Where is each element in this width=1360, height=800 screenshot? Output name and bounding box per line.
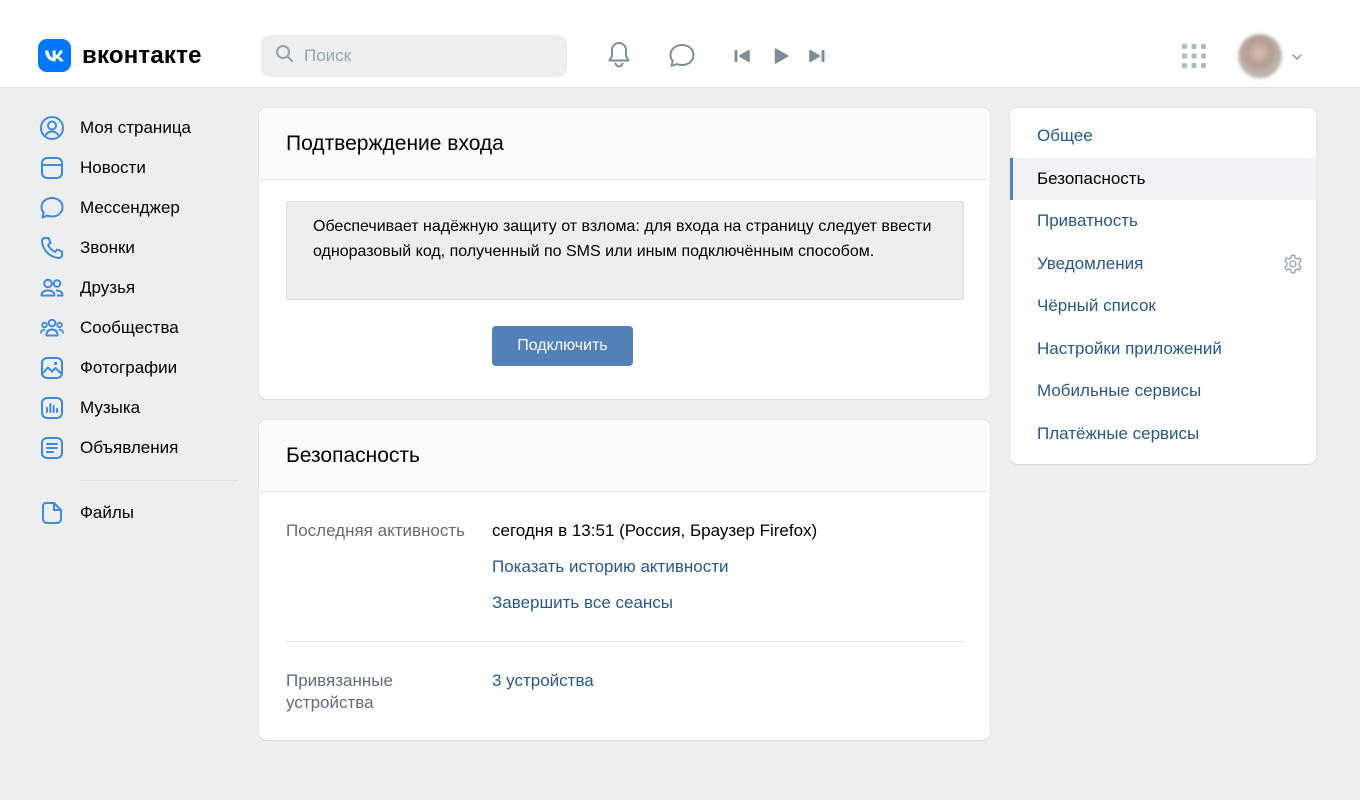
phone-icon (38, 234, 66, 262)
newsfeed-icon (38, 154, 66, 182)
previous-track-icon[interactable] (731, 45, 753, 67)
left-navigation: Моя страница Новости Мессенджер Звонки Д… (38, 108, 238, 533)
communities-icon (38, 314, 66, 342)
settings-menu-security[interactable]: Безопасность (1010, 158, 1316, 200)
ads-icon (38, 434, 66, 462)
music-icon (38, 394, 66, 422)
nav-music[interactable]: Музыка (38, 388, 238, 428)
search-box[interactable] (261, 35, 567, 77)
card-title: Подтверждение входа (259, 108, 990, 180)
settings-menu-privacy[interactable]: Приватность (1010, 200, 1316, 242)
avatar[interactable] (1238, 34, 1282, 78)
last-activity-value: сегодня в 13:51 (Россия, Браузер Firefox… (492, 521, 818, 540)
nav-label: Фотографии (80, 358, 178, 377)
user-circle-icon (38, 114, 66, 142)
top-header: вконтакте (0, 0, 1360, 88)
settings-menu-notifications[interactable]: Уведомления (1010, 243, 1316, 285)
settings-menu-mobile-services[interactable]: Мобильные сервисы (1010, 370, 1316, 412)
vk-logo[interactable]: вконтакте (38, 39, 202, 72)
bell-icon[interactable] (604, 40, 634, 70)
settings-menu-general[interactable]: Общее (1010, 115, 1316, 157)
message-icon (38, 194, 66, 222)
search-input[interactable] (304, 46, 544, 66)
nav-label: Моя страница (80, 118, 192, 137)
end-all-sessions-link[interactable]: Завершить все сеансы (492, 592, 673, 614)
nav-label: Файлы (80, 503, 135, 522)
nav-messenger[interactable]: Мессенджер (38, 188, 238, 228)
card-title: Безопасность (259, 420, 990, 492)
show-activity-history-link[interactable]: Показать историю активности (492, 556, 728, 578)
files-icon (38, 499, 66, 527)
next-track-icon[interactable] (806, 45, 828, 67)
nav-separator (80, 480, 238, 481)
nav-photos[interactable]: Фотографии (38, 348, 238, 388)
security-card: Безопасность Последняя активность сегодн… (259, 420, 990, 740)
apps-grid-icon[interactable] (1180, 42, 1208, 70)
settings-menu-payment-services[interactable]: Платёжные сервисы (1010, 413, 1316, 455)
nav-news[interactable]: Новости (38, 148, 238, 188)
nav-files[interactable]: Файлы (38, 493, 238, 533)
nav-label: Сообщества (80, 318, 179, 337)
settings-menu-app-settings[interactable]: Настройки приложений (1010, 328, 1316, 370)
last-activity-label: Последняя активность (286, 521, 465, 540)
nav-ads[interactable]: Объявления (38, 428, 238, 468)
login-confirm-description: Обеспечивает надёжную защиту от взлома: … (286, 201, 964, 300)
linked-devices-label: Привязанные устройства (286, 671, 393, 712)
logo-text: вконтакте (82, 42, 202, 69)
chat-bubble-icon[interactable] (667, 41, 697, 71)
nav-my-page[interactable]: Моя страница (38, 108, 238, 148)
play-icon[interactable] (770, 45, 792, 67)
nav-communities[interactable]: Сообщества (38, 308, 238, 348)
gear-icon[interactable] (1282, 253, 1304, 280)
nav-friends[interactable]: Друзья (38, 268, 238, 308)
chevron-down-icon[interactable] (1288, 50, 1306, 64)
enable-2fa-button[interactable]: Подключить (492, 326, 633, 366)
nav-label: Звонки (80, 238, 135, 257)
nav-label: Объявления (80, 438, 179, 457)
nav-calls[interactable]: Звонки (38, 228, 238, 268)
photos-icon (38, 354, 66, 382)
nav-label: Мессенджер (80, 198, 180, 217)
section-divider (286, 641, 964, 642)
login-confirm-card: Подтверждение входа Обеспечивает надёжну… (259, 108, 990, 399)
nav-label: Новости (80, 158, 146, 177)
friends-icon (38, 274, 66, 302)
search-icon (275, 44, 294, 68)
vk-logo-icon (38, 39, 71, 72)
settings-menu-blacklist[interactable]: Чёрный список (1010, 285, 1316, 327)
settings-menu-label: Уведомления (1037, 254, 1144, 273)
linked-devices-link[interactable]: 3 устройства (492, 670, 594, 692)
settings-menu: Общее Безопасность Приватность Уведомлен… (1010, 108, 1316, 464)
nav-label: Музыка (80, 398, 141, 417)
nav-label: Друзья (80, 278, 136, 297)
